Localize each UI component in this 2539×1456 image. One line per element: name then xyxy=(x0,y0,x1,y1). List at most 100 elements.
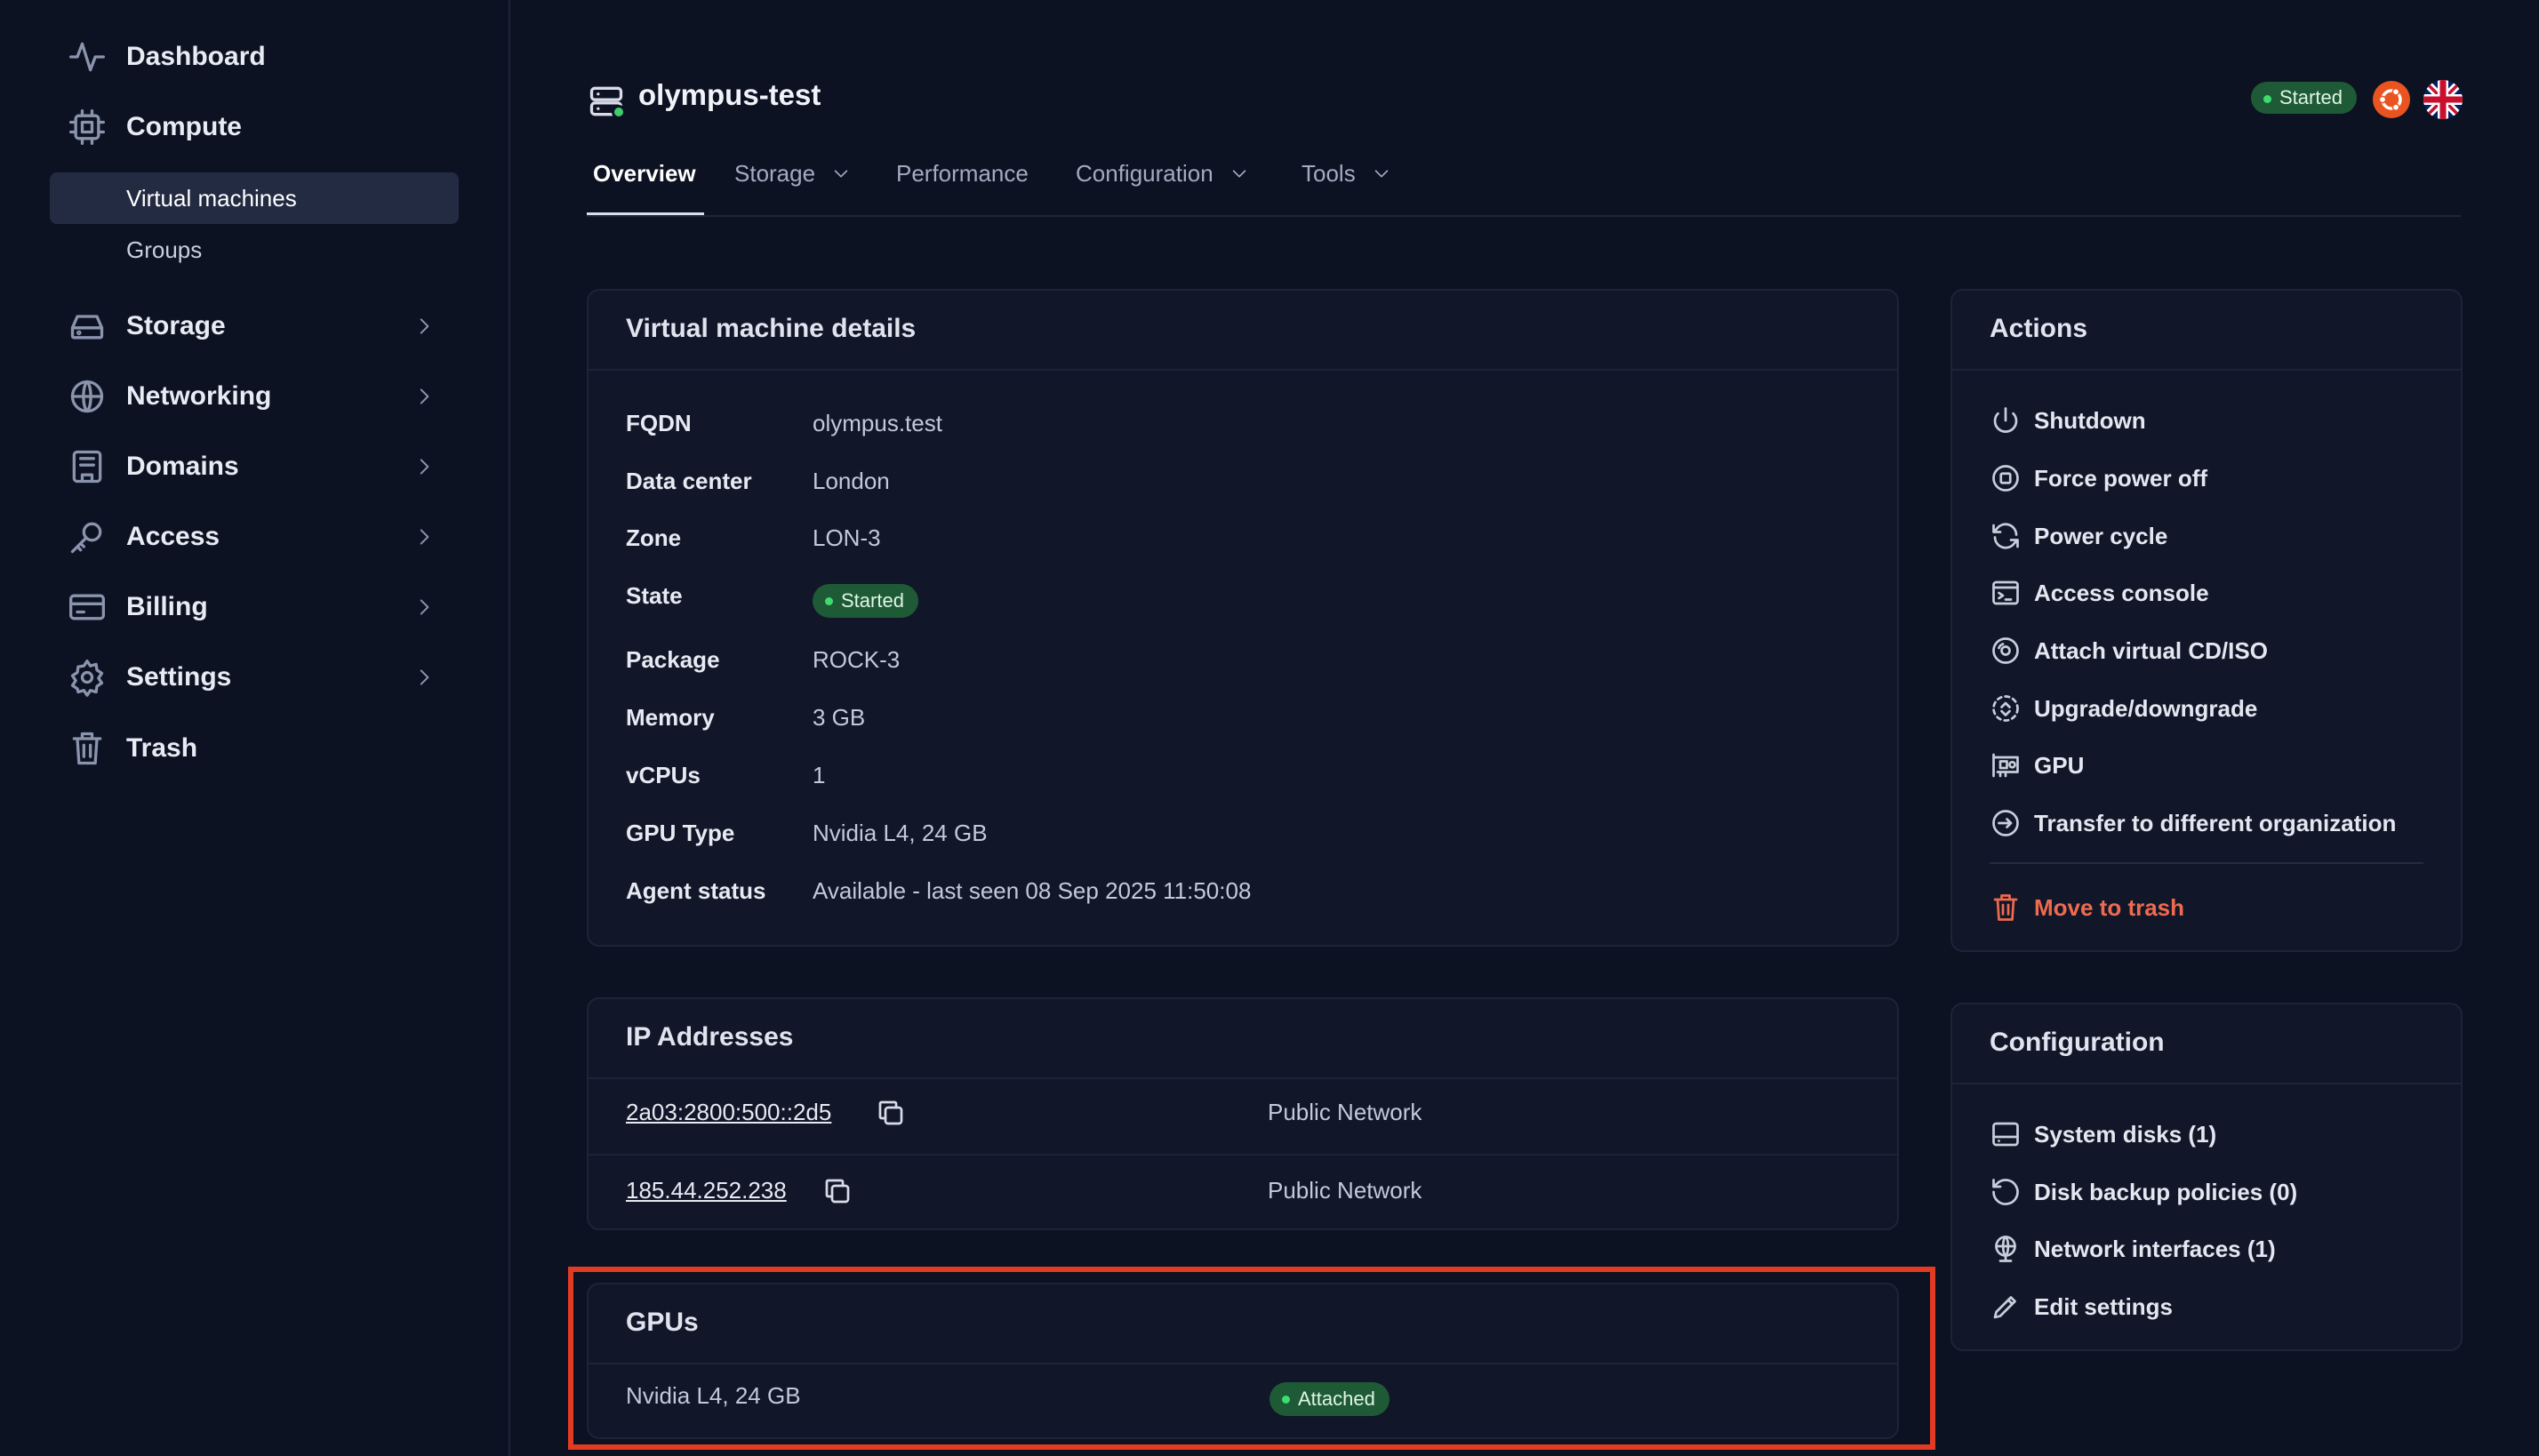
hard-drive-icon xyxy=(1992,1122,2019,1147)
tab-tools[interactable]: Tools xyxy=(1302,151,1391,215)
stop-circle-icon xyxy=(1992,465,2019,492)
sidebar-subitem-label: Groups xyxy=(126,236,203,263)
upgrade-downgrade-action[interactable]: Upgrade/downgrade xyxy=(1990,691,2257,726)
detail-key: Package xyxy=(626,646,720,673)
panel-title: Actions xyxy=(1990,314,2088,343)
tab-label: Storage xyxy=(734,160,816,187)
chevron-right-icon xyxy=(420,669,429,685)
tab-label: Tools xyxy=(1302,160,1356,187)
resize-icon xyxy=(1992,695,2019,722)
chevron-right-icon xyxy=(420,529,429,545)
transfer-organization-action[interactable]: Transfer to different organization xyxy=(1990,805,2396,841)
ip-addresses-panel: IP Addresses 2a03:2800:500::2d5 Public N… xyxy=(587,997,1899,1230)
config-label: System disks (1) xyxy=(2034,1120,2217,1148)
chevron-right-icon xyxy=(420,318,429,334)
page-title: olympus-test xyxy=(638,78,821,111)
power-cycle-action[interactable]: Power cycle xyxy=(1990,518,2167,554)
tab-storage[interactable]: Storage xyxy=(734,151,851,215)
tab-performance[interactable]: Performance xyxy=(896,151,1029,215)
panel-title: Configuration xyxy=(1990,1028,2165,1057)
detail-value: Available - last seen 08 Sep 2025 11:50:… xyxy=(813,877,1252,904)
highlight-box xyxy=(568,1267,1935,1450)
sidebar-subitem-groups[interactable]: Groups xyxy=(50,224,459,276)
detail-value: 3 GB xyxy=(813,704,866,731)
config-label: Edit settings xyxy=(2034,1292,2174,1320)
ip-address-link[interactable]: 185.44.252.238 xyxy=(626,1177,787,1204)
vm-details-panel: Virtual machine details FQDN olympus.tes… xyxy=(587,289,1899,947)
chevron-down-icon xyxy=(834,170,848,178)
edit-settings-link[interactable]: Edit settings xyxy=(1990,1289,2173,1324)
chevron-right-icon xyxy=(420,388,429,404)
hard-drive-icon xyxy=(70,315,104,340)
copy-icon[interactable] xyxy=(875,1097,907,1129)
action-label: Force power off xyxy=(2034,464,2208,492)
state-badge: Started xyxy=(813,584,918,618)
detail-key: State xyxy=(626,582,683,609)
sidebar-item-label: Trash xyxy=(126,733,198,763)
network-interfaces-link[interactable]: Network interfaces (1) xyxy=(1990,1231,2276,1267)
copy-icon[interactable] xyxy=(821,1175,853,1207)
attach-cd-iso-action[interactable]: Attach virtual CD/ISO xyxy=(1990,633,2268,668)
ip-network: Public Network xyxy=(1268,1099,1422,1125)
ubuntu-icon xyxy=(2373,81,2410,118)
detail-value: London xyxy=(813,468,890,494)
chevron-down-icon xyxy=(1232,170,1245,178)
action-label: Access console xyxy=(2034,579,2209,606)
gpu-action[interactable]: GPU xyxy=(1990,748,2084,783)
detail-value: ROCK-3 xyxy=(813,646,901,673)
detail-value: olympus.test xyxy=(813,410,942,436)
detail-key: Data center xyxy=(626,468,752,494)
detail-key: vCPUs xyxy=(626,762,701,788)
panel-title: IP Addresses xyxy=(626,1022,794,1052)
tab-label: Configuration xyxy=(1076,160,1213,187)
sidebar-item-label: Billing xyxy=(126,592,208,621)
access-console-action[interactable]: Access console xyxy=(1990,575,2209,611)
action-label: Shutdown xyxy=(2034,406,2146,434)
credit-card-icon xyxy=(69,594,105,620)
actions-panel: Actions Shutdown Force power off Power c… xyxy=(1950,289,2463,952)
sidebar-item-label: Domains xyxy=(126,452,239,481)
status-badge: Started xyxy=(2251,82,2357,114)
power-icon xyxy=(1993,407,2018,433)
network-icon xyxy=(1995,1236,2016,1262)
trash-icon xyxy=(1993,894,2018,921)
terminal-icon xyxy=(1992,580,2019,605)
sidebar-item-label: Access xyxy=(126,522,220,551)
tab-bar: Overview Storage Performance Configurati… xyxy=(587,151,2461,217)
detail-value: 1 xyxy=(813,762,826,788)
detail-value-state: Started xyxy=(813,584,918,618)
divider xyxy=(1990,862,2423,864)
configuration-panel: Configuration System disks (1) Disk back… xyxy=(1950,1003,2463,1351)
action-label: Upgrade/downgrade xyxy=(2034,694,2258,722)
refresh-icon xyxy=(1992,523,2019,549)
ip-row: 185.44.252.238 Public Network xyxy=(589,1156,1897,1232)
domain-icon xyxy=(72,450,102,484)
panel-header: Configuration xyxy=(1952,1004,2461,1084)
panel-header: IP Addresses xyxy=(589,999,1897,1079)
detail-key: FQDN xyxy=(626,410,692,436)
move-to-trash-action[interactable]: Move to trash xyxy=(1990,890,2184,925)
sidebar-subitem-virtual-machines[interactable]: Virtual machines xyxy=(50,172,459,224)
chevron-right-icon xyxy=(420,459,429,475)
config-label: Network interfaces (1) xyxy=(2034,1235,2276,1262)
globe-icon xyxy=(70,380,104,413)
transfer-icon xyxy=(1992,810,2019,836)
shutdown-action[interactable]: Shutdown xyxy=(1990,403,2146,438)
system-disks-link[interactable]: System disks (1) xyxy=(1990,1116,2216,1152)
force-power-off-action[interactable]: Force power off xyxy=(1990,460,2207,496)
chevron-down-icon xyxy=(1374,170,1388,178)
action-label: Move to trash xyxy=(2034,893,2185,921)
disk-backup-policies-link[interactable]: Disk backup policies (0) xyxy=(1990,1174,2297,1210)
panel-header: Actions xyxy=(1952,291,2461,371)
sidebar-item-label: Networking xyxy=(126,381,272,411)
detail-value: LON-3 xyxy=(813,524,881,551)
cpu-icon xyxy=(69,109,105,145)
tab-configuration[interactable]: Configuration xyxy=(1076,151,1249,215)
tab-overview[interactable]: Overview xyxy=(587,151,704,215)
ip-address-link[interactable]: 2a03:2800:500::2d5 xyxy=(626,1099,831,1126)
gpu-icon xyxy=(1992,753,2019,778)
detail-value: Nvidia L4, 24 GB xyxy=(813,820,988,846)
detail-key: Memory xyxy=(626,704,715,731)
sidebar-item-label: Settings xyxy=(126,662,232,692)
uk-flag-icon xyxy=(2423,80,2463,119)
